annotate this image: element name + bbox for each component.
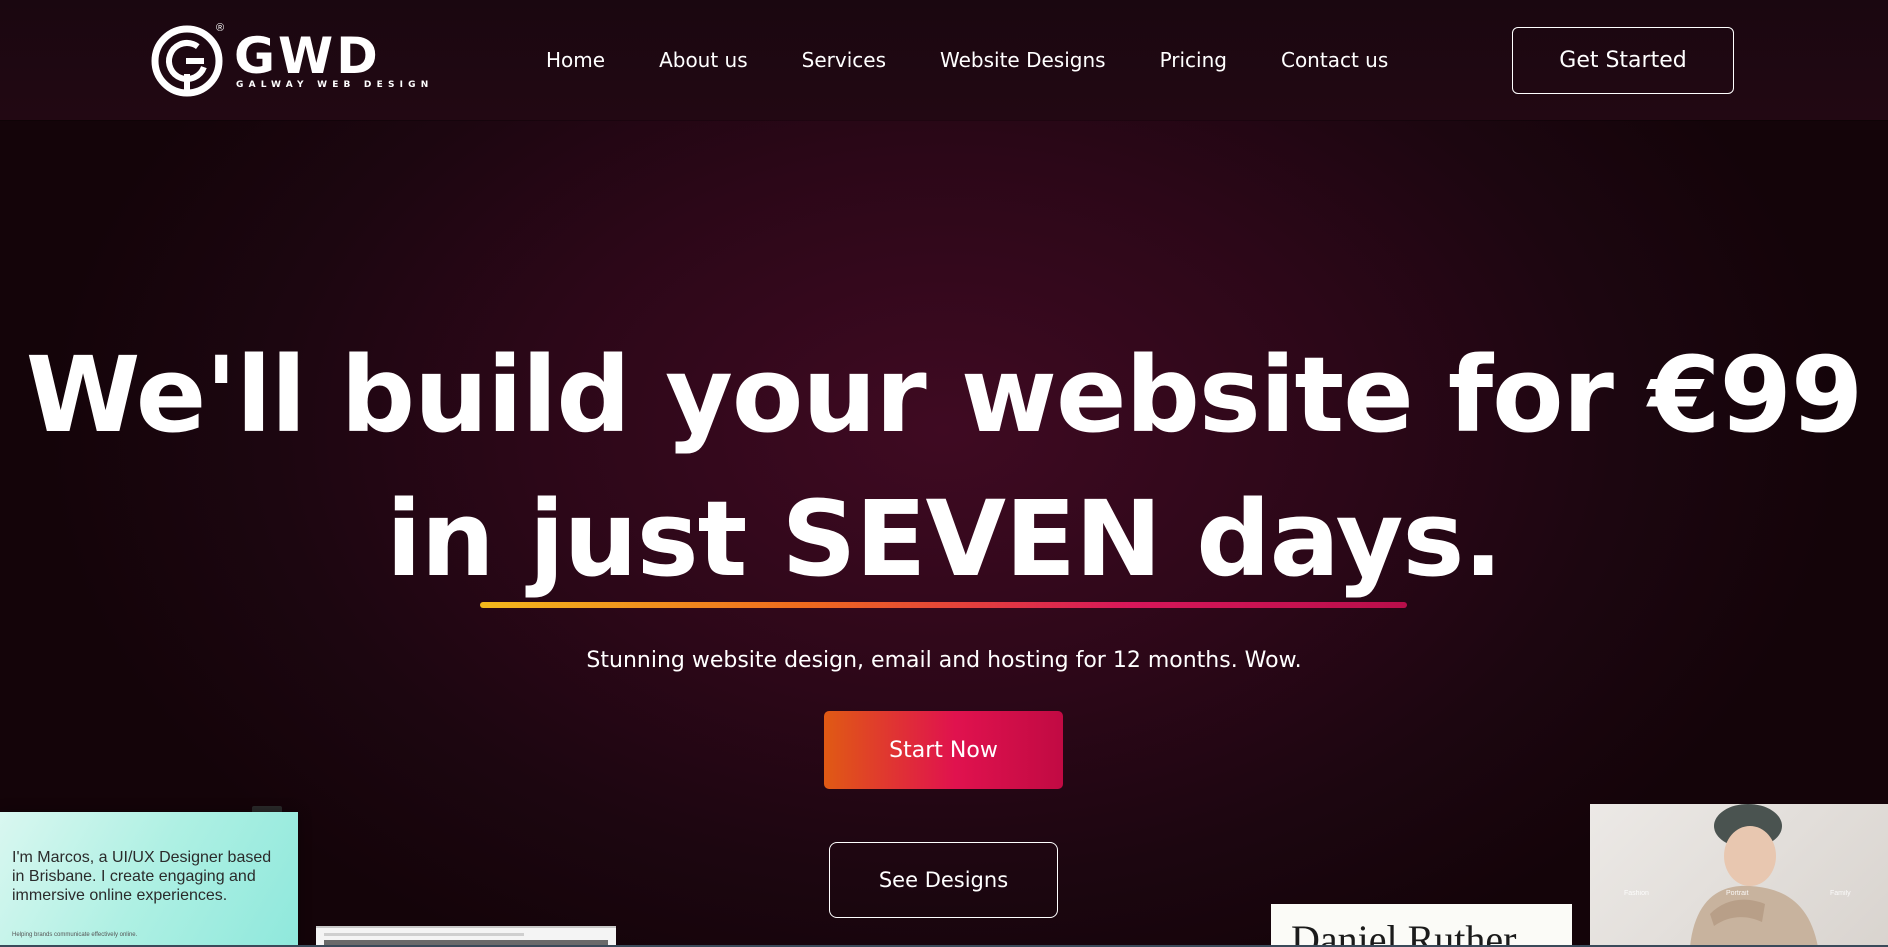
fashion-label-family: Family: [1830, 890, 1851, 897]
hero-subtitle: Stunning website design, email and hosti…: [586, 648, 1302, 673]
registered-mark: ®: [216, 22, 225, 34]
fashion-label-fashion: Fashion: [1624, 890, 1649, 897]
brand-tagline: GALWAY WEB DESIGN: [236, 80, 434, 90]
main-nav: Home About us Services Website Designs P…: [546, 46, 1388, 74]
gwd-logo-icon: [151, 25, 223, 97]
preview-card-site[interactable]: [316, 926, 616, 947]
fashion-label-portrait: Portrait: [1726, 890, 1749, 897]
preview-card-marcos[interactable]: I'm Marcos, a UI/UX Designer based in Br…: [0, 812, 298, 947]
preview-marcos-text: I'm Marcos, a UI/UX Designer based in Br…: [12, 849, 272, 904]
brand-name: GWD: [234, 27, 381, 85]
brand-logo[interactable]: ® GWD GALWAY WEB DESIGN: [150, 22, 428, 98]
header-bar: ® GWD GALWAY WEB DESIGN Home About us Se…: [0, 0, 1888, 120]
nav-item-home[interactable]: Home: [546, 46, 605, 74]
page: ® GWD GALWAY WEB DESIGN Home About us Se…: [0, 0, 1888, 947]
nav-item-about-us[interactable]: About us: [659, 46, 748, 74]
hero-headline-line2-wrap: in just SEVEN days.: [0, 474, 1888, 604]
fashion-portrait-image: [1690, 804, 1818, 947]
nav-item-pricing[interactable]: Pricing: [1160, 46, 1227, 74]
nav-item-services[interactable]: Services: [802, 46, 886, 74]
preview-card-fashion[interactable]: Fashion Portrait Family: [1590, 804, 1888, 947]
headline-underline: [480, 602, 1407, 608]
nav-item-contact-us[interactable]: Contact us: [1281, 46, 1388, 74]
get-started-button[interactable]: Get Started: [1512, 27, 1734, 94]
preview-marcos-caption: Helping brands communicate effectively o…: [12, 932, 138, 938]
preview-site-navbar: [324, 933, 524, 936]
hero-headline-line1: We'll build your website for €99: [25, 334, 1863, 456]
nav-item-website-designs[interactable]: Website Designs: [940, 46, 1106, 74]
hero-headline-line2: in just SEVEN days.: [386, 478, 1503, 600]
preview-card-daniel[interactable]: Daniel Ruther: [1271, 904, 1572, 947]
see-designs-button[interactable]: See Designs: [829, 842, 1058, 918]
start-now-button[interactable]: Start Now: [824, 711, 1063, 789]
preview-daniel-text: Daniel Ruther: [1291, 917, 1517, 947]
